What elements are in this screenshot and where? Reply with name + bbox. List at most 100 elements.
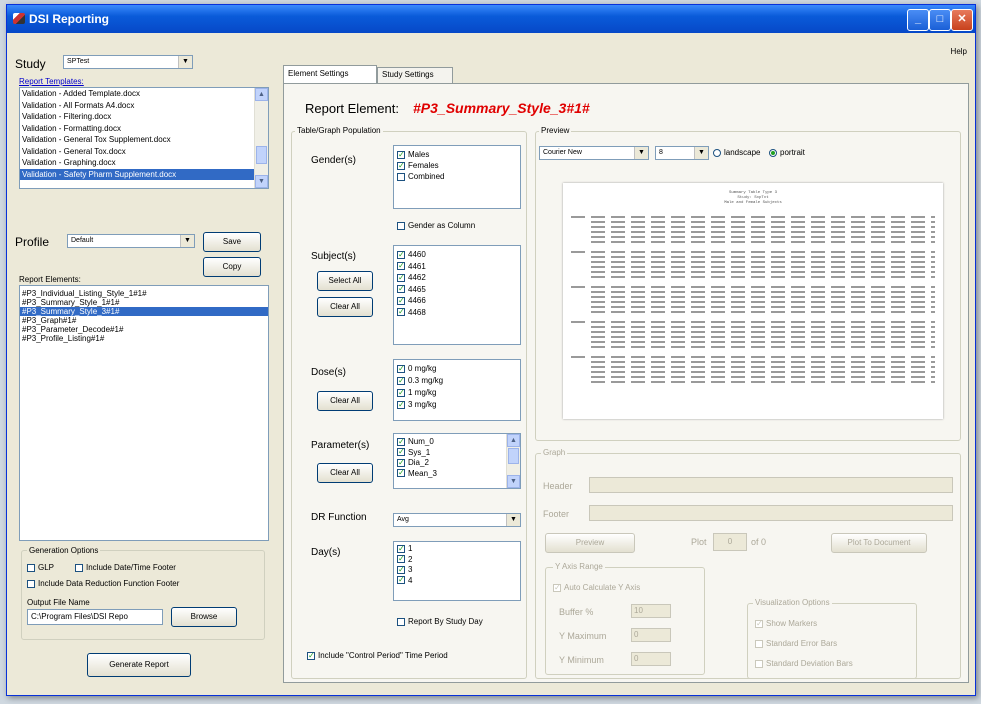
clear-all-doses-button[interactable]: Clear All xyxy=(317,391,373,411)
list-item[interactable]: Validation - Filtering.docx xyxy=(20,111,268,123)
checklist-item[interactable]: ✓ Num_0 xyxy=(397,437,520,448)
footer-input[interactable] xyxy=(589,505,953,521)
unchecked-box-icon[interactable] xyxy=(397,172,405,181)
generate-report-button[interactable]: Generate Report xyxy=(87,653,191,677)
checked-box-icon[interactable]: ✓ xyxy=(397,308,405,317)
auto-calc-checkbox[interactable]: ✓ Auto Calculate Y Axis xyxy=(553,583,640,593)
gender-list[interactable]: ✓ Males ✓ Females Combined xyxy=(393,145,521,209)
checked-box-icon[interactable]: ✓ xyxy=(397,388,405,397)
checked-box-icon[interactable]: ✓ xyxy=(397,364,405,373)
tab-study-settings[interactable]: Study Settings xyxy=(377,67,453,83)
checked-box-icon[interactable]: ✓ xyxy=(397,458,405,467)
scroll-down-icon[interactable]: ▼ xyxy=(507,475,520,488)
checklist-item[interactable]: Combined xyxy=(397,171,520,182)
checklist-item[interactable]: ✓ 4465 xyxy=(397,284,520,296)
checklist-item[interactable]: ✓ Males xyxy=(397,149,520,160)
graph-preview-button[interactable]: Preview xyxy=(545,533,635,553)
checked-box-icon[interactable]: ✓ xyxy=(397,376,405,385)
checked-box-icon[interactable]: ✓ xyxy=(397,555,405,564)
list-item[interactable]: Validation - General Tox.docx xyxy=(20,146,268,158)
day-list[interactable]: ✓ 1 ✓ 2 ✓ 3 ✓ 4 xyxy=(393,541,521,601)
list-item[interactable]: Validation - Formatting.docx xyxy=(20,123,268,135)
checklist-item[interactable]: ✓ 1 xyxy=(397,544,520,555)
tab-element-settings[interactable]: Element Settings xyxy=(283,65,377,83)
std-error-checkbox[interactable]: Standard Error Bars xyxy=(755,639,837,649)
landscape-radio[interactable]: landscape xyxy=(713,148,760,158)
study-select[interactable]: SPTest ▼ xyxy=(63,55,193,69)
list-item[interactable]: #P3_Graph#1# xyxy=(20,316,268,325)
ymax-input[interactable]: 0 xyxy=(631,628,671,642)
templates-scrollbar[interactable]: ▲ ▼ xyxy=(254,88,268,188)
checklist-item[interactable]: ✓ 4462 xyxy=(397,272,520,284)
checked-box-icon[interactable]: ✓ xyxy=(397,565,405,574)
checked-box-icon[interactable]: ✓ xyxy=(397,296,405,305)
buffer-input[interactable]: 10 xyxy=(631,604,671,618)
close-button[interactable]: ✕ xyxy=(951,9,973,31)
checked-box-icon[interactable]: ✓ xyxy=(397,285,405,294)
checklist-item[interactable]: ✓ 3 mg/kg xyxy=(397,399,520,411)
checklist-item[interactable]: ✓ 0.3 mg/kg xyxy=(397,375,520,387)
templates-list[interactable]: Validation - Added Template.docx Validati… xyxy=(19,87,269,189)
dr-function-select[interactable]: Avg ▼ xyxy=(393,513,521,527)
scroll-thumb[interactable] xyxy=(256,146,267,164)
checked-box-icon[interactable]: ✓ xyxy=(397,469,405,478)
plot-to-document-button[interactable]: Plot To Document xyxy=(831,533,927,553)
list-item[interactable]: #P3_Parameter_Decode#1# xyxy=(20,325,268,334)
checked-box-icon[interactable]: ✓ xyxy=(397,150,405,159)
dose-list[interactable]: ✓ 0 mg/kg ✓ 0.3 mg/kg ✓ 1 mg/kg ✓ 3 mg/kg xyxy=(393,359,521,421)
output-file-input[interactable]: C:\Program Files\DSI Repo xyxy=(27,609,163,625)
ymin-input[interactable]: 0 xyxy=(631,652,671,666)
list-item[interactable]: #P3_Summary_Style_3#1# xyxy=(20,307,268,316)
scroll-down-icon[interactable]: ▼ xyxy=(255,175,268,188)
checklist-item[interactable]: ✓ 3 xyxy=(397,565,520,576)
report-templates-link[interactable]: Report Templates: xyxy=(19,77,84,86)
list-item[interactable]: Validation - Safety Pharm Supplement.doc… xyxy=(20,168,268,180)
checked-box-icon[interactable]: ✓ xyxy=(397,437,405,446)
scroll-up-icon[interactable]: ▲ xyxy=(507,434,520,447)
font-size-select[interactable]: 8 ▼ xyxy=(655,146,709,160)
checklist-item[interactable]: ✓ 4 xyxy=(397,576,520,587)
checklist-item[interactable]: ✓ Dia_2 xyxy=(397,458,520,469)
glp-checkbox[interactable]: GLP xyxy=(27,563,54,573)
checklist-item[interactable]: ✓ 0 mg/kg xyxy=(397,363,520,375)
checklist-item[interactable]: ✓ Mean_3 xyxy=(397,469,520,480)
list-item[interactable]: #P3_Summary_Style_1#1# xyxy=(20,298,268,307)
checklist-item[interactable]: ✓ 1 mg/kg xyxy=(397,387,520,399)
report-elements-list[interactable]: #P3_Individual_Listing_Style_1#1# #P3_Sum… xyxy=(19,285,269,541)
gender-column-checkbox[interactable]: Gender as Column xyxy=(397,221,475,231)
checklist-item[interactable]: ✓ 4460 xyxy=(397,249,520,261)
checklist-item[interactable]: ✓ Females xyxy=(397,160,520,171)
checked-box-icon[interactable]: ✓ xyxy=(397,161,405,170)
checklist-item[interactable]: ✓ 4461 xyxy=(397,261,520,273)
scroll-up-icon[interactable]: ▲ xyxy=(255,88,268,101)
list-item[interactable]: Validation - All Formats A4.docx xyxy=(20,100,268,112)
save-button[interactable]: Save xyxy=(203,232,261,252)
clear-all-subjects-button[interactable]: Clear All xyxy=(317,297,373,317)
portrait-radio[interactable]: portrait xyxy=(769,148,805,158)
browse-button[interactable]: Browse xyxy=(171,607,237,627)
checklist-item[interactable]: ✓ Sys_1 xyxy=(397,448,520,459)
date-footer-checkbox[interactable]: Include Date/Time Footer xyxy=(75,563,176,573)
list-item[interactable]: #P3_Profile_Listing#1# xyxy=(20,334,268,343)
font-select[interactable]: Courier New ▼ xyxy=(539,146,649,160)
checklist-item[interactable]: ✓ 4466 xyxy=(397,295,520,307)
menu-help[interactable]: Help xyxy=(951,47,967,56)
list-item[interactable]: Validation - Added Template.docx xyxy=(20,88,268,100)
checked-box-icon[interactable]: ✓ xyxy=(397,576,405,585)
checked-box-icon[interactable]: ✓ xyxy=(397,262,405,271)
parameter-scrollbar[interactable]: ▲ ▼ xyxy=(506,434,520,488)
maximize-button[interactable]: □ xyxy=(929,9,951,31)
clear-all-parameters-button[interactable]: Clear All xyxy=(317,463,373,483)
list-item[interactable]: Validation - General Tox Supplement.docx xyxy=(20,134,268,146)
plot-spinner[interactable]: 0 xyxy=(713,533,747,551)
checked-box-icon[interactable]: ✓ xyxy=(397,544,405,553)
show-markers-checkbox[interactable]: ✓ Show Markers xyxy=(755,619,817,629)
checklist-item[interactable]: ✓ 4468 xyxy=(397,307,520,319)
header-input[interactable] xyxy=(589,477,953,493)
list-item[interactable]: #P3_Individual_Listing_Style_1#1# xyxy=(20,289,268,298)
checked-box-icon[interactable]: ✓ xyxy=(397,250,405,259)
std-dev-checkbox[interactable]: Standard Deviation Bars xyxy=(755,659,853,669)
report-by-day-checkbox[interactable]: Report By Study Day xyxy=(397,617,483,627)
parameter-list[interactable]: ✓ Num_0 ✓ Sys_1 ✓ Dia_2 ✓ Mean_3 ▲ ▼ xyxy=(393,433,521,489)
dr-footer-checkbox[interactable]: Include Data Reduction Function Footer xyxy=(27,579,179,589)
